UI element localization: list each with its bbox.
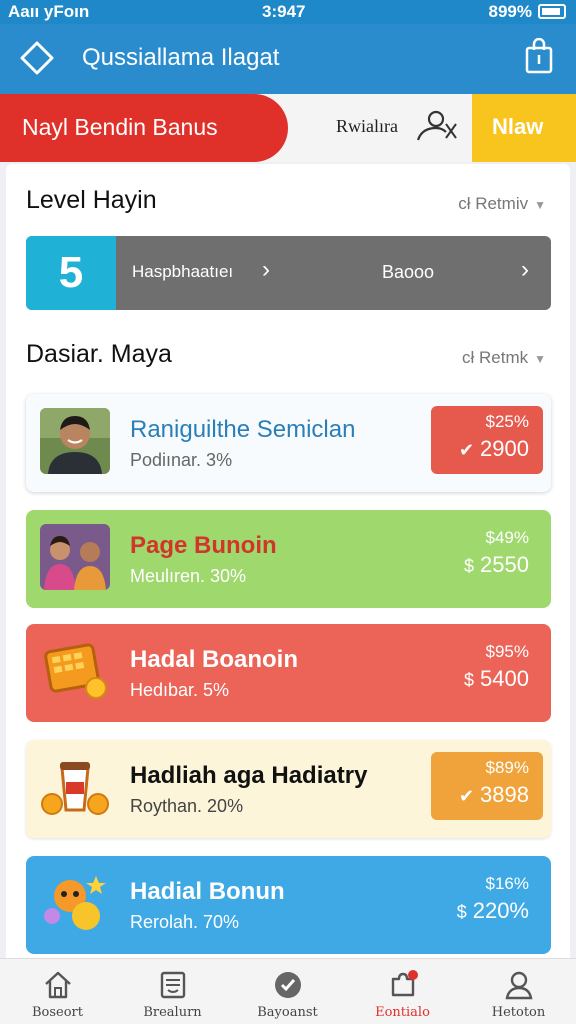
bonus-item[interactable]: Hadial Bonun Rerolah. 70% $16% $220%	[26, 856, 551, 954]
list-see-more-label: cł Retmk	[461, 348, 529, 367]
level-badge: 5	[26, 236, 116, 310]
bottom-nav: Boseort Brealurn Bayoanst Eontialo Hetot…	[0, 958, 576, 1024]
drink-cup-icon	[40, 754, 110, 820]
nav-label: Boseort	[31, 1005, 83, 1020]
app-bar: Qussiallama Ilagat	[0, 24, 576, 94]
dollar-icon: $	[456, 902, 467, 922]
level-section-title: Level Hayin	[26, 186, 157, 214]
price-current: 220%	[472, 898, 529, 923]
bonus-item[interactable]: Hadliah aga Hadiatry Roythan. 20% $89% ✔…	[26, 740, 551, 838]
item-subtitle: Meulıren. 30%	[130, 566, 247, 586]
bonus-item[interactable]: Page Bunoin Meulıren. 30% $49% $2550	[26, 510, 551, 608]
app-title: Qussiallama Ilagat	[82, 44, 280, 71]
app-logo-icon[interactable]	[20, 41, 54, 75]
price-current: 2550	[480, 552, 529, 577]
bonus-banner-button[interactable]: Nayl Bendin Banus	[0, 94, 288, 162]
person-search-icon[interactable]	[412, 108, 458, 142]
mascot-icon	[40, 870, 110, 936]
nav-label: Eontialo	[375, 1005, 430, 1020]
level-see-more-label: cł Retmiv	[458, 194, 529, 213]
list-section-title: Dasiar. Maya	[26, 340, 172, 368]
nav-item-receipt[interactable]: Brealurn	[115, 959, 230, 1024]
item-title: Raniguilthe Semiclan	[130, 416, 356, 443]
profile-icon	[505, 971, 532, 1000]
battery-icon	[538, 4, 566, 19]
nav-item-bonus[interactable]: Eontialo	[345, 959, 460, 1024]
status-bar: Aaıı yFoın 3:947 899%	[0, 0, 576, 24]
level-label: Haspbhaatıeı	[132, 262, 234, 281]
avatar	[40, 408, 110, 474]
status-time: 3:947	[262, 2, 306, 21]
shopping-bag-icon[interactable]	[524, 38, 554, 74]
banner-mid-text: Rwialıra	[336, 116, 398, 136]
group-photo	[40, 524, 110, 590]
item-subtitle: Rerolah. 70%	[130, 912, 240, 932]
item-title: Hadial Bonun	[130, 878, 285, 905]
nav-item-profile[interactable]: Hetoton	[461, 959, 576, 1024]
item-subtitle: Roythan. 20%	[130, 796, 244, 816]
item-title: Hadliah aga Hadiatry	[130, 762, 368, 789]
price-current: 2900	[480, 436, 529, 461]
main-content: Level Hayin cł Retmiv ▼ 5 Haspbhaatıeı › …	[6, 164, 570, 964]
home-icon	[44, 971, 71, 999]
chevron-down-icon: ▼	[534, 352, 546, 366]
dollar-icon: $	[464, 670, 475, 690]
nav-item-home[interactable]: Boseort	[0, 959, 115, 1024]
battery-percent: 899%	[488, 2, 532, 21]
price-current: 3898	[480, 782, 529, 807]
nav-label: Hetoton	[491, 1005, 546, 1020]
item-title: Hadal Boanoin	[130, 646, 299, 673]
bonus-item[interactable]: Raniguilthe Semiclan Podiınar. 3% $25% ✔…	[26, 394, 551, 492]
check-icon	[274, 972, 301, 998]
bonus-item[interactable]: Hadal Boanoin Hedıbar. 5% $95% $5400	[26, 624, 551, 722]
check-circle-icon: ✔	[458, 786, 475, 806]
price-button[interactable]: $95% $5400	[431, 636, 543, 704]
check-circle-icon: ✔	[458, 440, 475, 460]
lottery-ticket-icon	[40, 638, 110, 704]
item-title: Page Bunoin	[130, 532, 277, 559]
nav-item-check[interactable]: Bayoanst	[230, 959, 345, 1024]
dollar-icon: $	[464, 556, 475, 576]
puzzle-icon	[391, 970, 418, 997]
promo-banner: Nayl Bendin Banus Rwialıra Nlaw	[0, 94, 576, 162]
price-current: 5400	[480, 666, 529, 691]
price-button[interactable]: $89% ✔ 3898	[431, 752, 543, 820]
new-button[interactable]: Nlaw	[472, 94, 576, 162]
item-subtitle: Hedıbar. 5%	[130, 680, 230, 700]
item-subtitle: Podiınar. 3%	[130, 450, 233, 470]
list-see-more-link[interactable]: cł Retmk ▼	[462, 348, 546, 368]
level-value: Baooo	[382, 262, 435, 282]
price-original: $16%	[485, 874, 529, 893]
price-original: $95%	[485, 642, 529, 661]
price-original: $49%	[485, 528, 529, 547]
chevron-right-icon[interactable]: ›	[521, 256, 529, 284]
price-button[interactable]: $25% ✔ 2900	[431, 406, 543, 474]
receipt-icon	[160, 971, 185, 999]
nav-label: Bayoanst	[257, 1005, 318, 1020]
level-see-more-link[interactable]: cł Retmiv ▼	[458, 194, 546, 214]
nav-label: Brealurn	[143, 1005, 202, 1020]
chevron-down-icon: ▼	[534, 198, 546, 212]
chevron-right-icon: ›	[262, 256, 270, 283]
level-bar[interactable]: 5 Haspbhaatıeı › Baooo ›	[26, 236, 551, 310]
carrier-signal: Aaıı yFoın	[8, 2, 90, 21]
price-original: $25%	[485, 412, 529, 431]
price-original: $89%	[485, 758, 529, 777]
price-button[interactable]: $16% $220%	[431, 868, 543, 936]
price-button[interactable]: $49% $2550	[431, 522, 543, 590]
